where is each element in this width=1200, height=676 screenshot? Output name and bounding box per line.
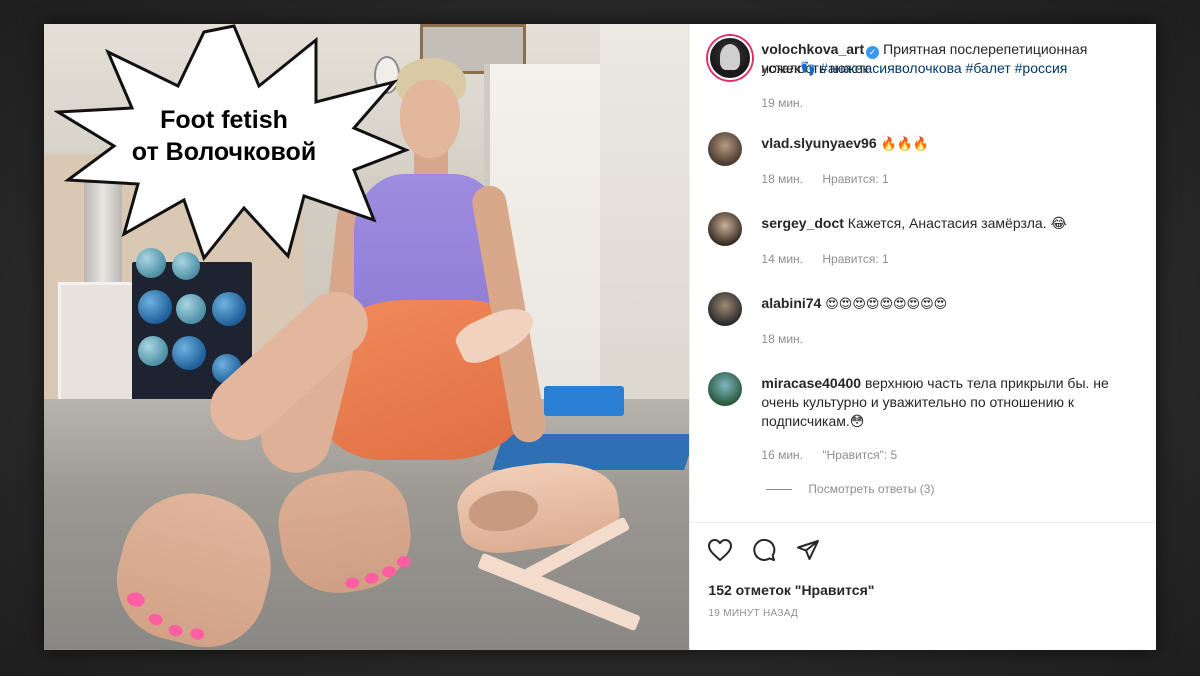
photo-shelf: [58, 282, 136, 408]
comment-body: sergey_doct Кажется, Анастасия замёрзла.…: [761, 214, 1144, 233]
post-info-panel: volochkova_art ✓ Приятная послерепетиционн…: [689, 24, 1156, 650]
starburst-caption: Foot fetish от Волочковой: [104, 104, 344, 168]
comment-time[interactable]: 18 мин.: [761, 172, 803, 186]
comment-text: 😍😍😍😍😍😍😍😍😍: [825, 297, 948, 312]
commenter-username[interactable]: vlad.slyunyaev96: [761, 135, 876, 151]
footprints-emoji: 👣: [800, 62, 817, 77]
commenter-avatar[interactable]: [708, 212, 743, 246]
author-avatar[interactable]: [708, 36, 753, 80]
share-icon[interactable]: [794, 536, 822, 564]
caption-meta: 19 мин.: [761, 96, 819, 110]
comment-icon[interactable]: [750, 536, 778, 564]
comment-body: alabini74 😍😍😍😍😍😍😍😍😍: [761, 294, 1144, 314]
comment-item: alabini74 😍😍😍😍😍😍😍😍😍 18 мин.: [708, 290, 1156, 350]
comment-body: miracase40400 верхнюю часть тела прикрыл…: [761, 374, 1144, 431]
view-replies-label: Посмотреть ответы (3): [808, 482, 935, 496]
comment-time[interactable]: 18 мин.: [761, 332, 803, 346]
instagram-post-frame: Foot fetish от Волочковой volochkova_art…: [44, 24, 1156, 650]
post-actions: [706, 536, 822, 564]
comment-time[interactable]: 16 мин.: [761, 448, 803, 462]
comment-meta: 18 мин. Нравится: 1: [761, 172, 904, 186]
comment-likes[interactable]: Нравится: 1: [822, 252, 888, 266]
heart-icon[interactable]: [706, 536, 734, 564]
comment-text: Кажется, Анастасия замёрзла. 😂: [847, 215, 1067, 231]
replies-divider: [766, 488, 793, 490]
posted-time-ago[interactable]: 19 МИНУТ НАЗАД: [708, 608, 798, 619]
starburst-line-1: Foot fetish: [160, 106, 288, 134]
post-caption-row: volochkova_art ✓ Приятная послерепетиционн…: [708, 28, 1156, 110]
commenter-avatar[interactable]: [708, 132, 743, 166]
caption-time[interactable]: 19 мин.: [761, 96, 803, 110]
view-replies-button[interactable]: Посмотреть ответы (3): [766, 482, 934, 496]
commenter-avatar[interactable]: [708, 292, 743, 326]
commenter-username[interactable]: alabini74: [761, 295, 821, 311]
photo-mat: [544, 386, 624, 416]
caption-text-continued: ножек: [761, 60, 801, 76]
comment-meta: 16 мин. "Нравится": 5: [761, 448, 913, 462]
photo-wall-right: [600, 24, 690, 404]
author-username[interactable]: volochkova_art: [761, 41, 864, 57]
comment-item: vlad.slyunyaev96 🔥🔥🔥 18 мин. Нравится: 1: [708, 130, 1156, 190]
likes-count[interactable]: 152 отметок "Нравится": [708, 582, 874, 598]
comment-item: miracase40400 верхнюю часть тела прикрыл…: [708, 370, 1156, 470]
post-photo[interactable]: Foot fetish от Волочковой: [44, 24, 690, 650]
comments-scroll[interactable]: volochkova_art ✓ Приятная послерепетиционн…: [690, 24, 1156, 522]
comment-body: vlad.slyunyaev96 🔥🔥🔥: [761, 134, 1144, 154]
commenter-username[interactable]: miracase40400: [761, 375, 861, 391]
comment-item: sergey_doct Кажется, Анастасия замёрзла.…: [708, 210, 1156, 270]
comment-text: 🔥🔥🔥: [880, 137, 930, 152]
commenter-avatar[interactable]: [708, 372, 743, 406]
actions-divider: [690, 522, 1156, 523]
commenter-username[interactable]: sergey_doct: [761, 215, 843, 231]
verified-badge-icon: ✓: [866, 46, 880, 59]
comment-time[interactable]: 14 мин.: [761, 252, 803, 266]
comment-likes[interactable]: "Нравится": 5: [822, 448, 897, 462]
caption-hashtags[interactable]: #анастасияволочкова #балет #россия: [820, 60, 1067, 76]
comment-meta: 18 мин.: [761, 332, 819, 346]
starburst-line-2: от Волочковой: [131, 138, 317, 166]
comment-meta: 14 мин. Нравится: 1: [761, 252, 904, 266]
comment-likes[interactable]: Нравится: 1: [822, 172, 888, 186]
post-caption: volochkova_art ✓ Приятная послерепетиционн…: [761, 40, 1144, 78]
